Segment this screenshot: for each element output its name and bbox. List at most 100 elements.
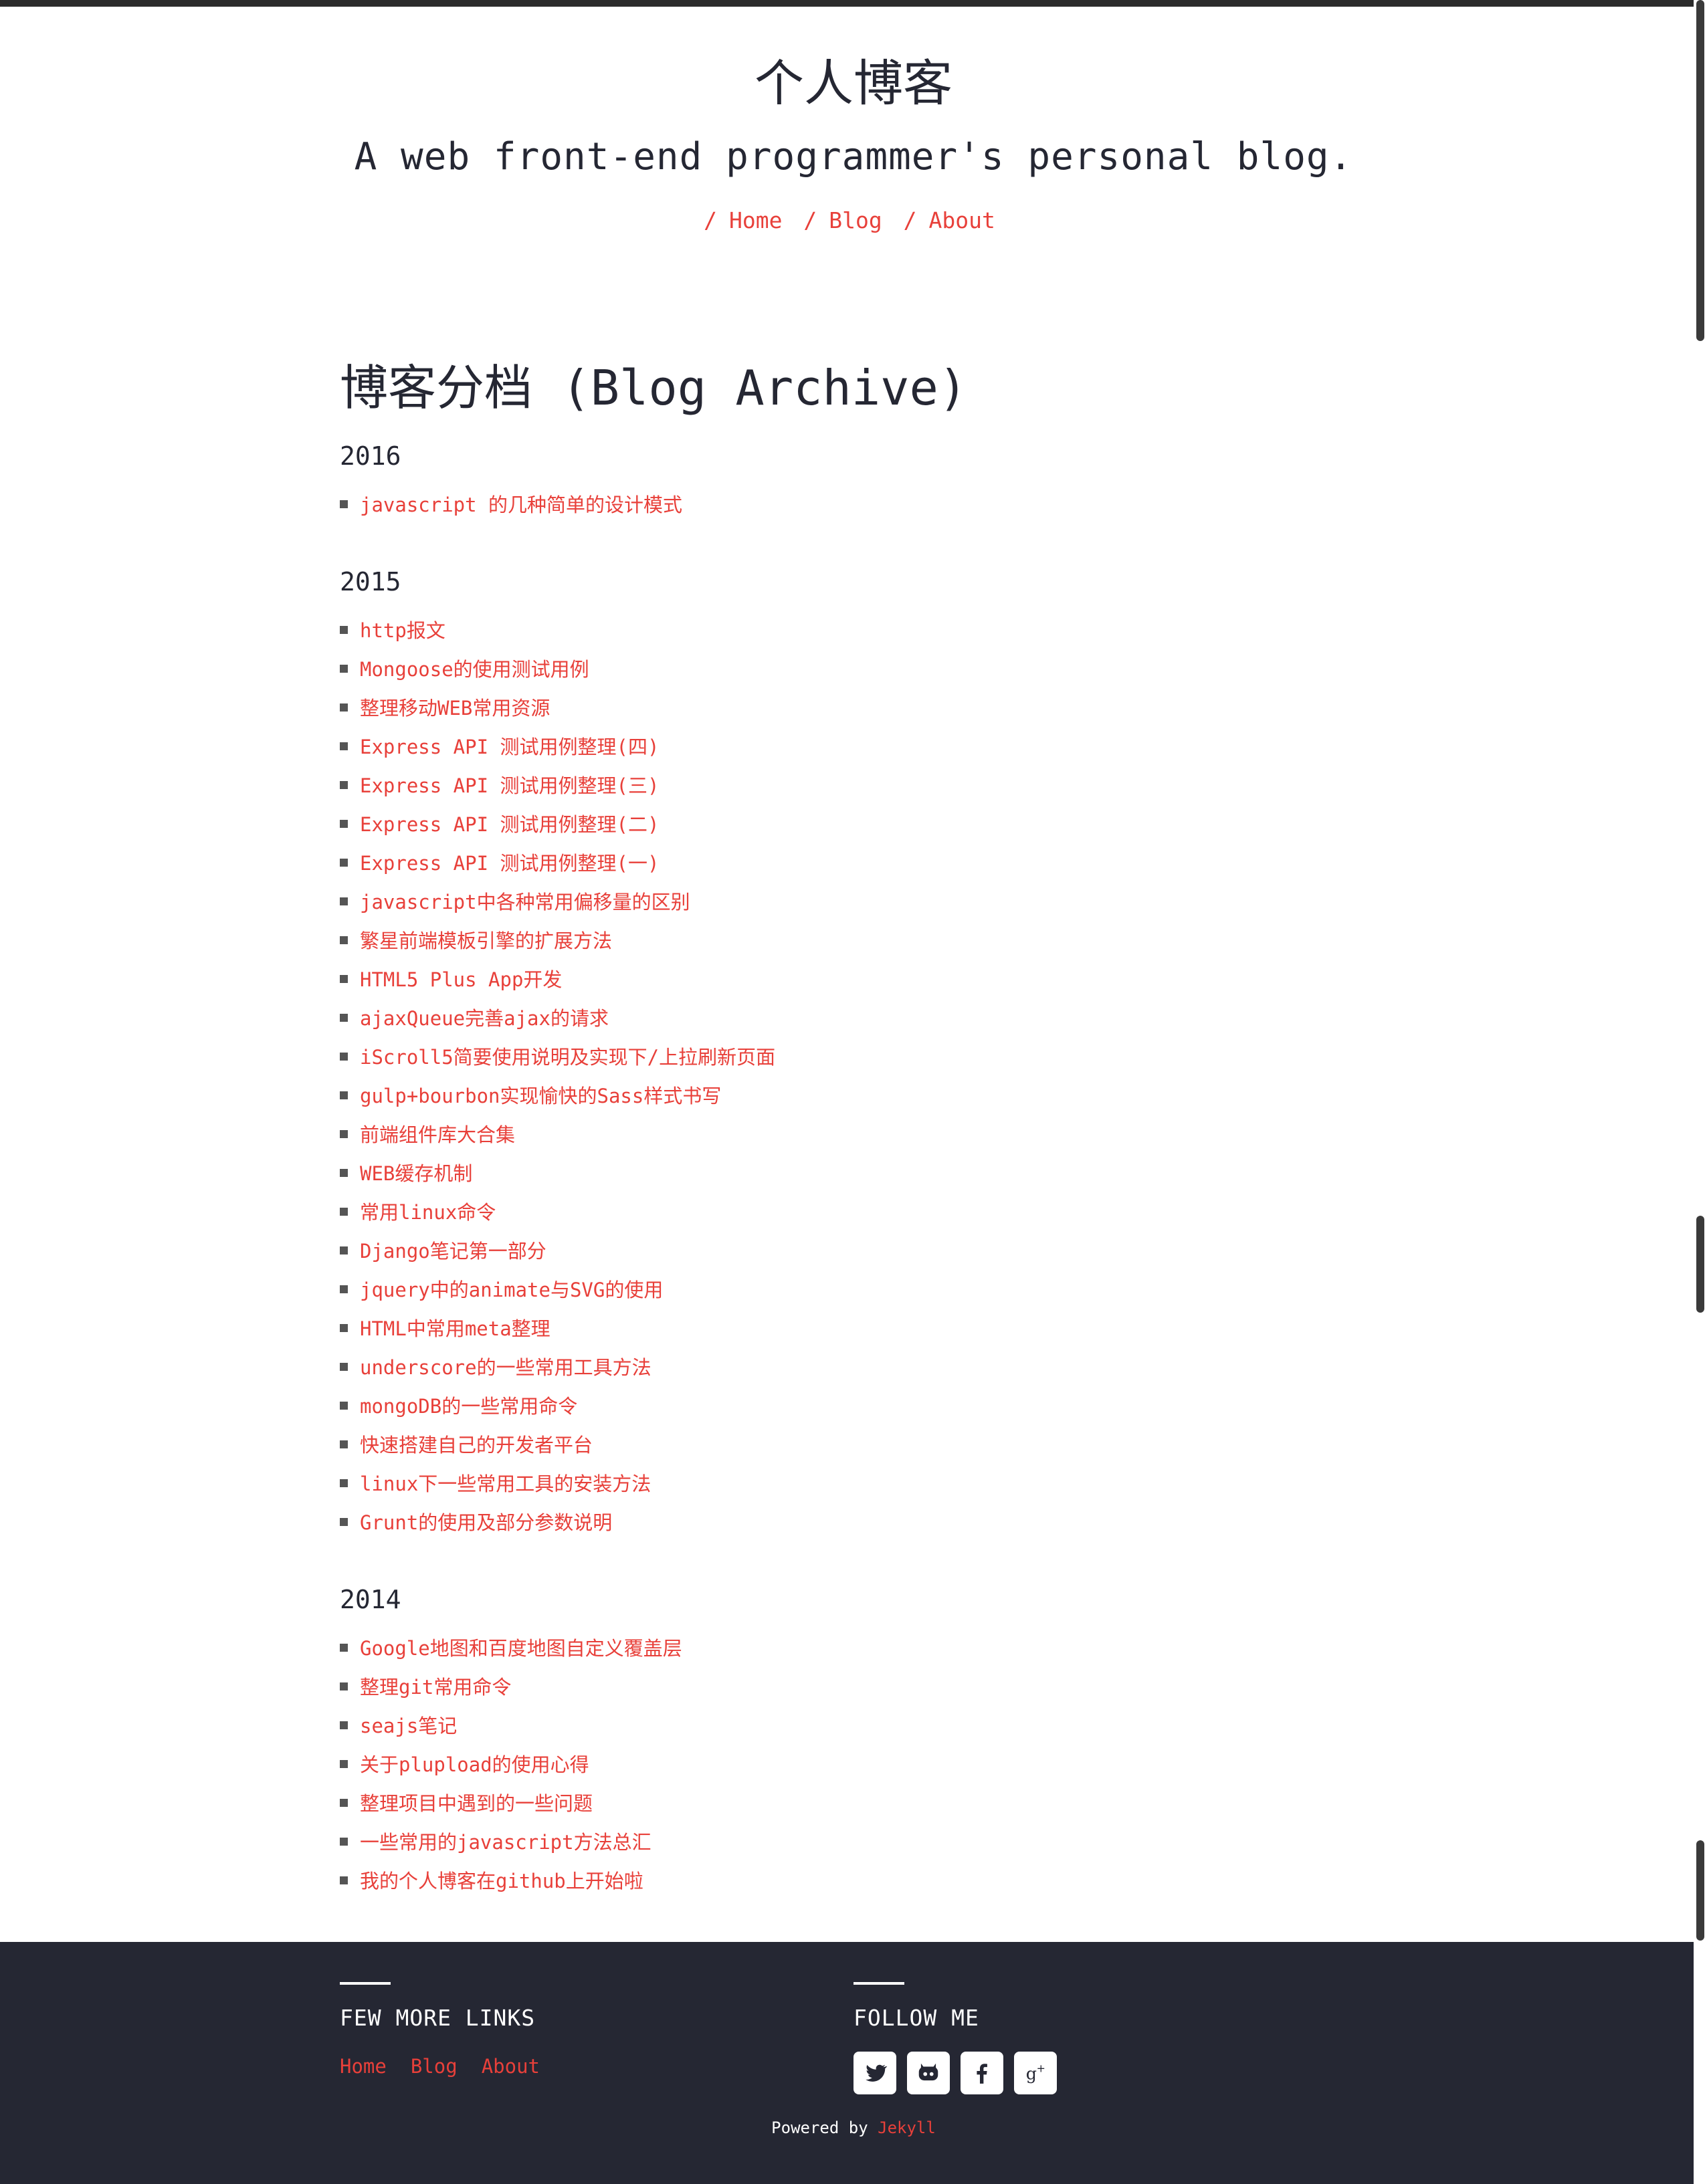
github-button[interactable] [907,2052,950,2094]
archive-list: 2016 javascript 的几种简单的设计模式 2015 http报文 Mongo… [340,436,1367,1900]
svg-text:+: + [1037,2062,1045,2074]
list-item: 整理项目中遇到的一些问题 [340,1784,1367,1823]
nav-separator: / [903,207,917,233]
post-link[interactable]: 我的个人博客在github上开始啦 [360,1870,643,1892]
post-link[interactable]: mongoDB的一些常用命令 [360,1395,577,1418]
google-plus-icon: g + [1026,2062,1045,2083]
site-description: A web front-end programmer's personal bl… [354,135,1353,179]
post-link[interactable]: Express API 测试用例整理(三) [360,774,659,797]
scroll-thumb-marker [1696,1840,1704,1941]
list-item: Express API 测试用例整理(一) [340,844,1367,883]
list-item: http报文 [340,611,1367,650]
post-link[interactable]: 整理git常用命令 [360,1676,511,1699]
post-link[interactable]: 整理移动WEB常用资源 [360,697,550,720]
post-link[interactable]: underscore的一些常用工具方法 [360,1356,651,1379]
post-link[interactable]: 整理项目中遇到的一些问题 [360,1792,593,1815]
list-item: Mongoose的使用测试用例 [340,650,1367,689]
post-link[interactable]: 前端组件库大合集 [360,1123,515,1146]
post-link[interactable]: javascript 的几种简单的设计模式 [360,494,682,516]
facebook-button[interactable] [961,2052,1003,2094]
post-link[interactable]: WEB缓存机制 [360,1162,472,1185]
post-link[interactable]: ajaxQueue完善ajax的请求 [360,1007,609,1030]
scroll-thumb-marker [1696,1216,1704,1313]
list-item: 繁星前端模板引擎的扩展方法 [340,921,1367,960]
post-link[interactable]: Express API 测试用例整理(四) [360,736,659,758]
twitter-icon [866,2064,888,2082]
github-icon [918,2063,938,2081]
social-links: g + [854,2052,1057,2094]
scrollbar[interactable] [1694,0,1707,2184]
nav-blog-link[interactable]: Blog [829,207,882,233]
post-link[interactable]: 繁星前端模板引擎的扩展方法 [360,930,612,952]
list-item: HTML中常用meta整理 [340,1309,1367,1348]
jekyll-link[interactable]: Jekyll [878,2118,936,2137]
page-title: 博客分档 (Blog Archive) [340,360,968,416]
post-link[interactable]: Google地图和百度地图自定义覆盖层 [360,1637,682,1660]
nav-home-link[interactable]: Home [729,207,782,233]
footer-links-heading: FEW MORE LINKS [340,2005,536,2031]
list-item: 常用linux命令 [340,1193,1367,1232]
list-item: 关于plupload的使用心得 [340,1745,1367,1784]
footer-divider [340,1982,391,1985]
archive-year-heading: 2016 [340,441,401,471]
list-item: Express API 测试用例整理(四) [340,728,1367,766]
nav-separator: / [803,207,817,233]
footer-links: Home Blog About [340,2048,564,2085]
post-link[interactable]: Express API 测试用例整理(二) [360,813,659,836]
list-item: Google地图和百度地图自定义覆盖层 [340,1629,1367,1668]
post-link[interactable]: linux下一些常用工具的安装方法 [360,1472,651,1495]
post-link[interactable]: HTML中常用meta整理 [360,1317,550,1340]
list-item: underscore的一些常用工具方法 [340,1348,1367,1387]
list-item: ajaxQueue完善ajax的请求 [340,999,1367,1038]
post-link[interactable]: HTML5 Plus App开发 [360,968,562,991]
site-title: 个人博客 [755,55,952,112]
archive-content: 博客分档 (Blog Archive) 2016 javascript 的几种简单… [340,348,1367,1938]
post-link[interactable]: Django笔记第一部分 [360,1240,546,1263]
list-item: HTML5 Plus App开发 [340,960,1367,999]
post-link[interactable]: javascript中各种常用偏移量的区别 [360,891,690,913]
post-link[interactable]: Express API 测试用例整理(一) [360,852,659,875]
twitter-button[interactable] [854,2052,896,2094]
archive-post-list: http报文 Mongoose的使用测试用例 整理移动WEB常用资源 Express … [340,611,1367,1542]
post-link[interactable]: 关于plupload的使用心得 [360,1753,589,1776]
post-link[interactable]: 快速搭建自己的开发者平台 [360,1434,593,1456]
list-item: 我的个人博客在github上开始啦 [340,1862,1367,1900]
facebook-icon [977,2064,987,2084]
post-link[interactable]: jquery中的animate与SVG的使用 [360,1279,663,1301]
top-border [0,0,1707,7]
post-link[interactable]: Grunt的使用及部分参数说明 [360,1511,612,1534]
list-item: 前端组件库大合集 [340,1115,1367,1154]
archive-year-heading: 2015 [340,567,401,596]
footer-about-link[interactable]: About [482,2055,540,2078]
list-item: javascript 的几种简单的设计模式 [340,485,1367,524]
list-item: Grunt的使用及部分参数说明 [340,1503,1367,1542]
list-item: 整理移动WEB常用资源 [340,689,1367,728]
list-item: Express API 测试用例整理(二) [340,805,1367,844]
powered-by: Powered by Jekyll [0,2114,1707,2141]
list-item: seajs笔记 [340,1707,1367,1745]
site-header: 个人博客 A web front-end programmer's person… [0,40,1707,241]
list-item: 整理git常用命令 [340,1668,1367,1707]
post-link[interactable]: Mongoose的使用测试用例 [360,658,589,681]
archive-post-list: Google地图和百度地图自定义覆盖层 整理git常用命令 seajs笔记关于plu… [340,1629,1367,1900]
footer-blog-link[interactable]: Blog [411,2055,458,2078]
post-link[interactable]: gulp+bourbon实现愉快的Sass样式书写 [360,1085,721,1107]
google-plus-button[interactable]: g + [1014,2052,1057,2094]
list-item: javascript中各种常用偏移量的区别 [340,883,1367,921]
post-link[interactable]: http报文 [360,619,445,642]
list-item: linux下一些常用工具的安装方法 [340,1464,1367,1503]
footer-home-link[interactable]: Home [340,2055,387,2078]
footer-follow-heading: FOLLOW ME [854,2005,979,2031]
powered-by-label: Powered by [771,2118,868,2137]
list-item: gulp+bourbon实现愉快的Sass样式书写 [340,1077,1367,1115]
archive-post-list: javascript 的几种简单的设计模式 [340,485,1367,524]
nav-about-link[interactable]: About [929,207,995,233]
post-link[interactable]: iScroll5简要使用说明及实现下/上拉刷新页面 [360,1046,775,1069]
post-link[interactable]: 常用linux命令 [360,1201,496,1224]
nav-separator: / [704,207,718,233]
post-link[interactable]: 一些常用的javascript方法总汇 [360,1831,651,1854]
post-link[interactable]: seajs笔记 [360,1715,457,1737]
list-item: jquery中的animate与SVG的使用 [340,1271,1367,1309]
list-item: Django笔记第一部分 [340,1232,1367,1271]
list-item: Express API 测试用例整理(三) [340,766,1367,805]
